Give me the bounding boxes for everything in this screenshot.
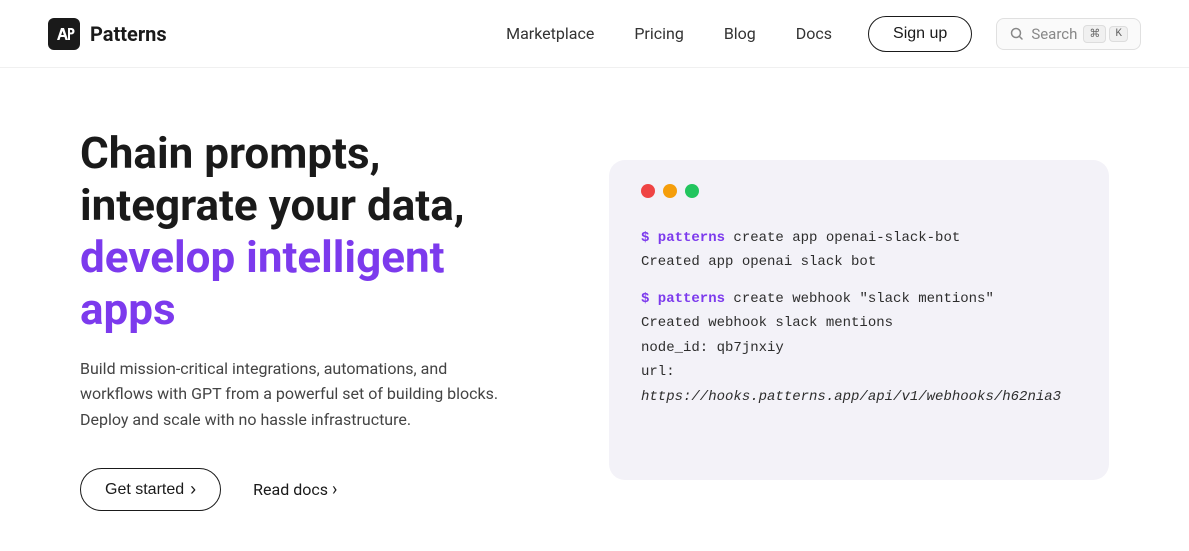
kbd-k: K <box>1109 26 1128 42</box>
code-line-5: node_id: qb7jnxiy <box>641 336 1077 361</box>
code-line-6: url: https://hooks.patterns.app/api/v1/w… <box>641 360 1077 409</box>
window-controls <box>641 184 1077 198</box>
read-docs-link[interactable]: Read docs › <box>253 479 337 500</box>
nav-item-docs[interactable]: Docs <box>796 24 832 43</box>
logo-icon <box>48 18 80 50</box>
get-started-button[interactable]: Get started › <box>80 468 221 511</box>
code-line-2: Created app openai slack bot <box>641 250 1077 275</box>
hero-heading-purple: develop intelligent apps <box>80 231 445 335</box>
code-panel: $ patterns create app openai-slack-bot C… <box>609 160 1109 480</box>
main-content: Chain prompts, integrate your data, deve… <box>0 68 1189 551</box>
nav-item-blog[interactable]: Blog <box>724 24 756 43</box>
nav-item-marketplace[interactable]: Marketplace <box>506 24 594 43</box>
search-icon <box>1009 26 1025 42</box>
code-line-1: $ patterns create app openai-slack-bot <box>641 226 1077 251</box>
signup-button[interactable]: Sign up <box>868 16 972 52</box>
window-maximize-dot <box>685 184 699 198</box>
code-block: $ patterns create app openai-slack-bot C… <box>641 226 1077 410</box>
logo-text: Patterns <box>90 22 167 46</box>
hero-subtext: Build mission-critical integrations, aut… <box>80 356 500 433</box>
search-shortcut: ⌘ K <box>1083 25 1128 43</box>
hero-heading: Chain prompts, integrate your data, deve… <box>80 128 529 336</box>
nav-item-pricing[interactable]: Pricing <box>634 24 684 43</box>
window-minimize-dot <box>663 184 677 198</box>
code-line-4: Created webhook slack mentions <box>641 311 1077 336</box>
kbd-ctrl: ⌘ <box>1083 25 1106 43</box>
hero-left: Chain prompts, integrate your data, deve… <box>80 128 529 511</box>
search-box[interactable]: Search ⌘ K <box>996 18 1141 50</box>
navbar: Patterns Marketplace Pricing Blog Docs S… <box>0 0 1189 68</box>
code-line-3: $ patterns create webhook "slack mention… <box>641 287 1077 312</box>
nav-links: Marketplace Pricing Blog Docs <box>506 24 832 43</box>
search-label: Search <box>1031 25 1077 43</box>
code-spacer <box>641 275 1077 287</box>
logo[interactable]: Patterns <box>48 18 167 50</box>
window-close-dot <box>641 184 655 198</box>
hero-actions: Get started › Read docs › <box>80 468 529 511</box>
